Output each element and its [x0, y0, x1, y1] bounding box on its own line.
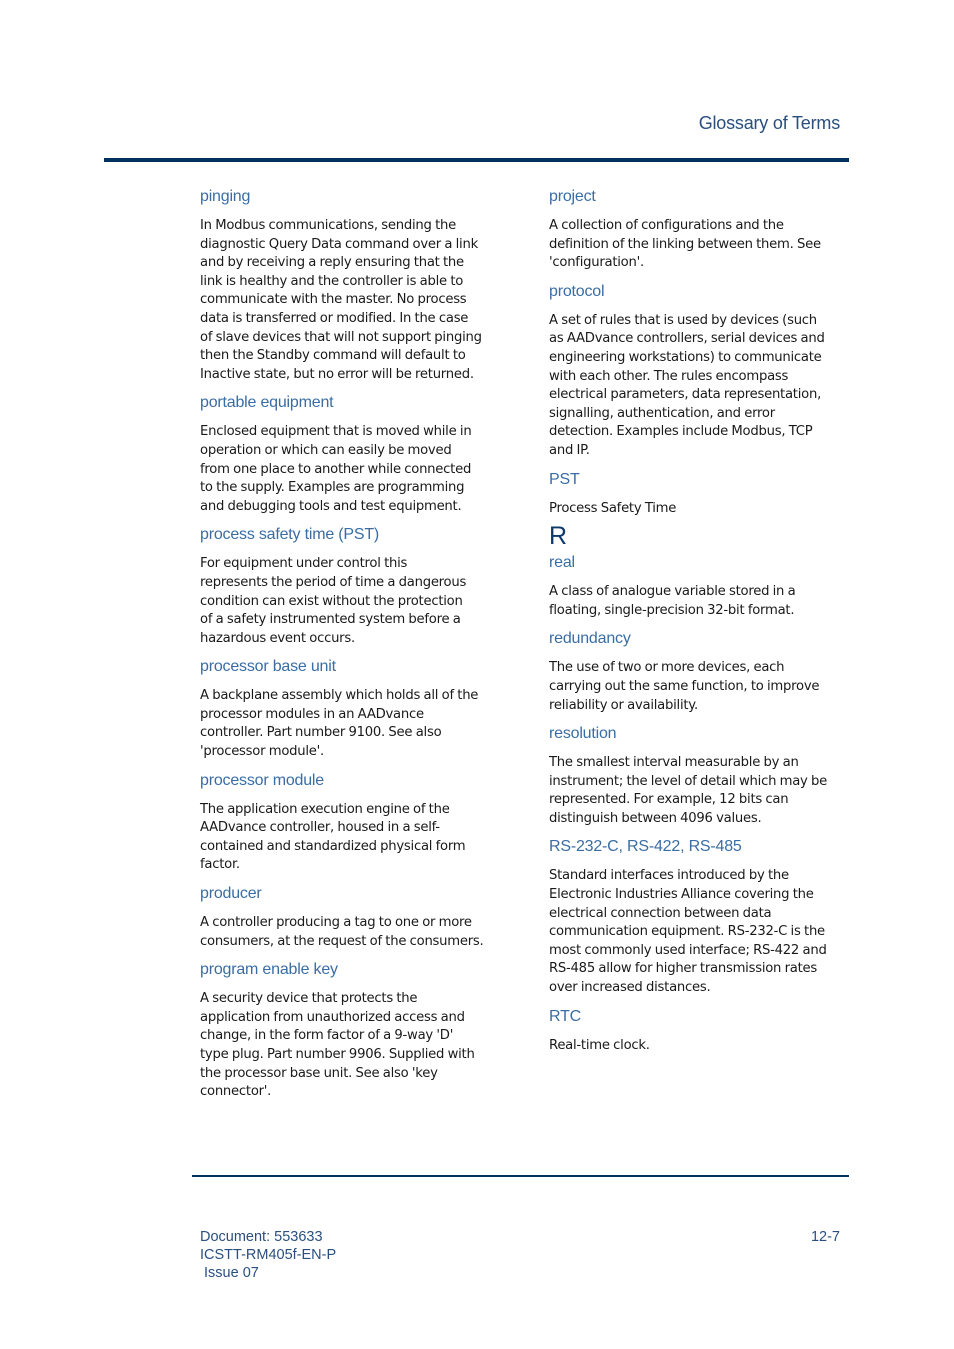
glossary-term: PST	[549, 470, 580, 488]
glossary-definition: A set of rules that is used by devices (…	[549, 312, 825, 458]
glossary-definition: A class of analogue variable stored in a…	[549, 584, 796, 618]
glossary-entry: PST Process Safety Time	[549, 469, 849, 519]
glossary-definition: Real-time clock.	[549, 1037, 650, 1053]
glossary-term: portable equipment	[200, 394, 334, 412]
glossary-entry: program enable key A security device tha…	[200, 959, 500, 1102]
glossary-term: protocol	[549, 282, 605, 300]
glossary-entry: producer A controller producing a tag to…	[200, 883, 500, 951]
running-header-title: Glossary of Terms	[698, 113, 841, 133]
glossary-term: real	[549, 554, 575, 572]
glossary-entry: project A collection of configurations a…	[549, 186, 849, 273]
footer-issue: Issue 07	[200, 1265, 259, 1281]
glossary-term: processor base unit	[200, 658, 336, 676]
footer-divider	[192, 1175, 849, 1177]
glossary-term: pinging	[200, 188, 251, 205]
glossary-term: processor module	[200, 771, 324, 789]
section-letter-heading: R	[549, 522, 568, 551]
footer-document-number: Document: 553633	[200, 1229, 323, 1245]
glossary-entry: real A class of analogue variable stored…	[549, 552, 849, 620]
glossary-entry: redundancy The use of two or more device…	[549, 628, 849, 715]
glossary-definition: In Modbus communications, sending the di…	[200, 218, 482, 382]
glossary-entry: RTC Real-time clock.	[549, 1006, 849, 1056]
glossary-entry: processor module The application executi…	[200, 770, 500, 875]
glossary-entry: portable equipment Enclosed equipment th…	[200, 392, 500, 516]
glossary-entry: pinging In Modbus communications, sendin…	[200, 186, 500, 384]
glossary-entry: protocol A set of rules that is used by …	[549, 281, 849, 461]
glossary-term: RTC	[549, 1007, 581, 1025]
glossary-definition: Process Safety Time	[549, 500, 677, 516]
footer-publication-code: ICSTT-RM405f-EN-P	[200, 1247, 337, 1263]
glossary-definition: Standard interfaces introduced by the El…	[549, 868, 827, 996]
glossary-entry: processor base unit A backplane assembly…	[200, 656, 500, 761]
glossary-term: process safety time (PST)	[200, 526, 380, 544]
glossary-definition: The use of two or more devices, each car…	[549, 660, 820, 713]
glossary-entry: process safety time (PST) For equipment …	[200, 524, 500, 648]
glossary-term: redundancy	[549, 630, 631, 648]
glossary-definition: The smallest interval measurable by an i…	[549, 755, 828, 826]
glossary-definition: For equipment under control this represe…	[200, 556, 467, 646]
left-column: pinging In Modbus communications, sendin…	[200, 186, 500, 1110]
glossary-term: program enable key	[200, 961, 338, 979]
glossary-definition: A backplane assembly which holds all of …	[200, 688, 479, 760]
glossary-definition: A collection of configurations and the d…	[549, 218, 821, 271]
glossary-entry: resolution The smallest interval measura…	[549, 723, 849, 828]
glossary-term: RS-232-C, RS-422, RS-485	[549, 838, 742, 856]
page-number: 12-7	[810, 1229, 840, 1245]
glossary-definition: A security device that protects the appl…	[200, 991, 475, 1100]
right-column: project A collection of configurations a…	[549, 186, 849, 1063]
glossary-term: project	[549, 188, 596, 205]
header-divider	[104, 158, 849, 162]
glossary-term: resolution	[549, 725, 617, 743]
glossary-definition: A controller producing a tag to one or m…	[200, 915, 484, 949]
glossary-definition: Enclosed equipment that is moved while i…	[200, 424, 472, 514]
glossary-definition: The application execution engine of the …	[200, 801, 466, 873]
glossary-entry: RS-232-C, RS-422, RS-485 Standard interf…	[549, 836, 849, 997]
footer-document-info: Document: 553633 ICSTT-RM405f-EN-P Issue…	[200, 1228, 336, 1282]
glossary-term: producer	[200, 885, 262, 903]
